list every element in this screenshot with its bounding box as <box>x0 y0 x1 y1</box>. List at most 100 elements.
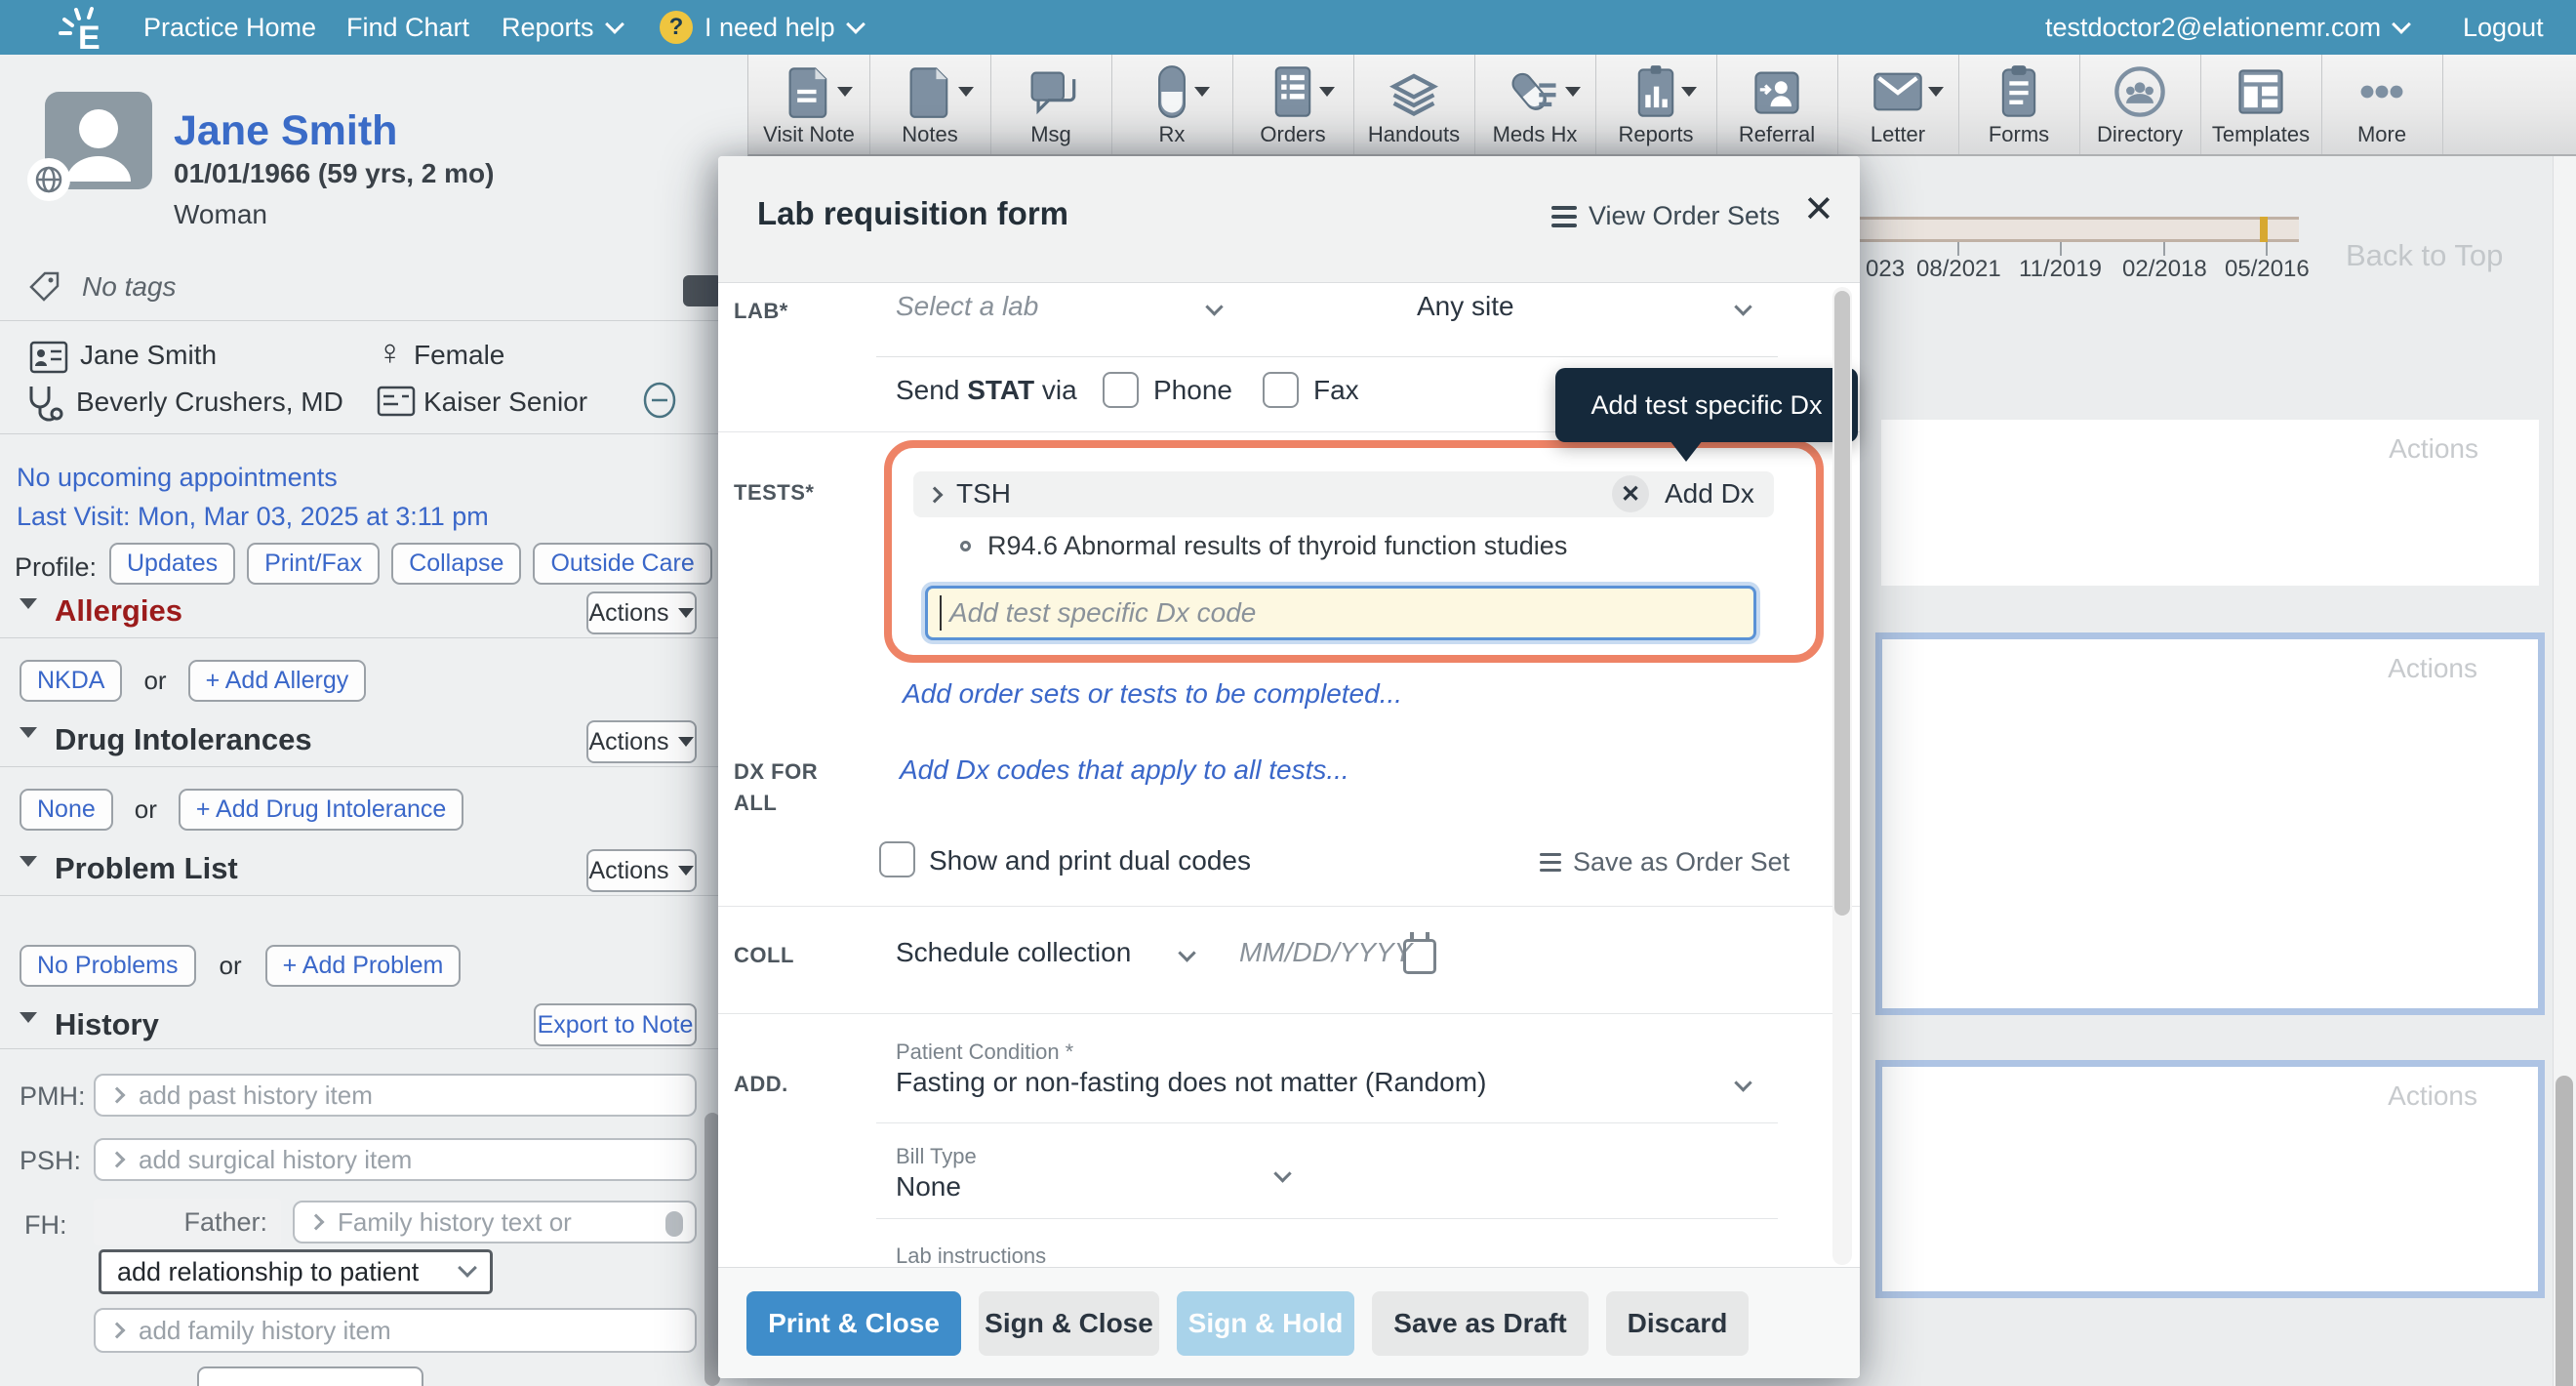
collapse-arrow-icon[interactable] <box>20 609 37 627</box>
dropdown-arrow-icon[interactable] <box>1194 87 1210 97</box>
upcoming-appointments-link[interactable]: No upcoming appointments <box>17 463 338 493</box>
nav-reports-label: Reports <box>502 13 594 43</box>
toolbar-referral-button[interactable]: Referral <box>1716 55 1838 154</box>
collapse-arrow-icon[interactable] <box>20 867 37 884</box>
save-as-draft-button[interactable]: Save as Draft <box>1372 1291 1589 1356</box>
patient-name[interactable]: Jane Smith <box>174 107 397 155</box>
modal-scrollbar-thumb[interactable] <box>1834 291 1850 916</box>
outside-care-button[interactable]: Outside Care <box>533 543 711 585</box>
no-problems-button[interactable]: No Problems <box>20 945 196 987</box>
add-problem-button[interactable]: + Add Problem <box>265 945 462 987</box>
collapse-button[interactable]: Collapse <box>391 543 521 585</box>
collapse-arrow-icon[interactable] <box>20 738 37 755</box>
nav-account-menu[interactable]: testdoctor2@elationemr.com <box>2045 0 2408 55</box>
toolbar-more-button[interactable]: More <box>2321 55 2443 154</box>
export-to-note-label: Export to Note <box>538 1011 694 1040</box>
dual-codes-checkbox[interactable] <box>879 841 915 877</box>
dropdown-arrow-icon[interactable] <box>1565 87 1581 97</box>
add-dx-all-tests-link[interactable]: Add Dx codes that apply to all tests... <box>900 754 1349 786</box>
sign-and-close-button[interactable]: Sign & Close <box>979 1291 1159 1356</box>
mic-icon[interactable] <box>665 1211 683 1237</box>
nav-practice-home[interactable]: Practice Home <box>143 0 316 55</box>
panel-actions-link[interactable]: Actions <box>2388 1080 2477 1112</box>
add-tag-button[interactable] <box>683 275 722 306</box>
toolbar-rx-button[interactable]: Rx <box>1111 55 1233 154</box>
print-and-close-button[interactable]: Print & Close <box>746 1291 961 1356</box>
print-fax-button[interactable]: Print/Fax <box>247 543 380 585</box>
truncated-add-button[interactable] <box>197 1366 423 1386</box>
remove-test-icon[interactable]: ✕ <box>1612 475 1649 512</box>
nav-help-menu[interactable]: ? I need help <box>660 0 863 55</box>
toolbar-forms-button[interactable]: Forms <box>1958 55 2080 154</box>
allergies-actions-button[interactable]: Actions <box>586 591 697 634</box>
handouts-icon <box>1386 61 1442 122</box>
chevron-down-icon[interactable] <box>1734 298 1751 315</box>
toolbar-handouts-button[interactable]: Handouts <box>1353 55 1475 154</box>
site-select[interactable]: Any site <box>1417 291 1514 322</box>
test-row-tsh[interactable]: TSH ✕ Add Dx <box>913 471 1774 517</box>
dropdown-arrow-icon[interactable] <box>958 87 974 97</box>
add-dx-button[interactable]: Add Dx <box>1665 478 1754 510</box>
dx-code-input[interactable]: Add test specific Dx code <box>925 586 1756 640</box>
drug-intolerances-actions-button[interactable]: Actions <box>586 720 697 763</box>
back-to-top-link[interactable]: Back to Top <box>2346 238 2503 273</box>
calendar-icon[interactable] <box>1403 939 1436 974</box>
elation-logo-icon[interactable]: E <box>57 6 115 51</box>
family-history-input[interactable]: add family history item <box>94 1308 697 1353</box>
none-intolerance-button[interactable]: None <box>20 789 113 831</box>
toolbar-notes-button[interactable]: Notes <box>869 55 991 154</box>
patient-condition-select[interactable]: Fasting or non-fasting does not matter (… <box>896 1067 1486 1098</box>
stat-fax-checkbox[interactable] <box>1263 372 1299 408</box>
chevron-down-icon[interactable] <box>1273 1164 1291 1182</box>
relationship-select[interactable]: add relationship to patient <box>99 1249 493 1294</box>
add-order-sets-link[interactable]: Add order sets or tests to be completed.… <box>903 678 1402 710</box>
add-allergy-button[interactable]: + Add Allergy <box>188 660 367 702</box>
pmh-label: PMH: <box>20 1081 86 1112</box>
view-order-sets-button[interactable]: View Order Sets <box>1551 201 1780 231</box>
toolbar-msg-button[interactable]: Msg <box>990 55 1112 154</box>
nav-find-chart[interactable]: Find Chart <box>346 0 469 55</box>
toolbar-templates-button[interactable]: Templates <box>2200 55 2322 154</box>
toolbar-visit-note-button[interactable]: Visit Note <box>748 55 870 154</box>
last-visit-link[interactable]: Last Visit: Mon, Mar 03, 2025 at 3:11 pm <box>17 502 489 532</box>
chevron-down-icon[interactable] <box>1178 944 1195 961</box>
page-scrollbar-thumb[interactable] <box>2556 1076 2573 1386</box>
collection-date-input[interactable]: MM/DD/YYYY <box>1239 937 1412 968</box>
toolbar-directory-button[interactable]: Directory <box>2079 55 2201 154</box>
nkda-button[interactable]: NKDA <box>20 660 122 702</box>
remove-insurance-icon[interactable] <box>640 381 679 425</box>
pmh-input[interactable]: add past history item <box>94 1074 697 1117</box>
dropdown-arrow-icon[interactable] <box>1319 87 1335 97</box>
problem-list-actions-button[interactable]: Actions <box>586 849 697 892</box>
toolbar-reports-button[interactable]: Reports <box>1595 55 1717 154</box>
close-icon[interactable]: ✕ <box>1803 187 1834 231</box>
discard-button[interactable]: Discard <box>1606 1291 1749 1356</box>
toolbar-meds-hx-button[interactable]: Meds Hx <box>1474 55 1596 154</box>
export-to-note-button[interactable]: Export to Note <box>534 1003 697 1046</box>
sign-and-hold-button[interactable]: Sign & Hold <box>1177 1291 1354 1356</box>
panel-actions-link[interactable]: Actions <box>2389 433 2478 465</box>
updates-button[interactable]: Updates <box>109 543 235 585</box>
chevron-down-icon[interactable] <box>1205 298 1223 315</box>
chevron-down-icon[interactable] <box>1734 1074 1751 1091</box>
chart-toolbar: Visit Note Notes Msg Rx <box>747 55 2576 156</box>
toolbar-letter-button[interactable]: Letter <box>1837 55 1959 154</box>
dropdown-arrow-icon[interactable] <box>1681 87 1697 97</box>
collection-select[interactable]: Schedule collection <box>896 937 1131 968</box>
stat-phone-checkbox[interactable] <box>1103 372 1139 408</box>
family-history-father-input[interactable]: Family history text or <box>293 1201 697 1243</box>
dropdown-arrow-icon[interactable] <box>1928 87 1944 97</box>
nav-reports-menu[interactable]: Reports <box>502 0 622 55</box>
toolbar-orders-button[interactable]: Orders <box>1232 55 1354 154</box>
bill-type-select[interactable]: None <box>896 1171 961 1203</box>
chevron-right-icon[interactable] <box>927 487 944 504</box>
lab-select[interactable]: Select a lab <box>896 291 1038 322</box>
dropdown-arrow-icon[interactable] <box>837 87 853 97</box>
nav-logout[interactable]: Logout <box>2463 0 2544 55</box>
save-as-order-set-button[interactable]: Save as Order Set <box>1540 847 1790 877</box>
visit-timeline-bar[interactable] <box>1854 217 2299 242</box>
panel-actions-link[interactable]: Actions <box>2388 653 2477 684</box>
psh-input[interactable]: add surgical history item <box>94 1138 697 1181</box>
collapse-arrow-icon[interactable] <box>20 1023 37 1040</box>
add-drug-intolerance-button[interactable]: + Add Drug Intolerance <box>179 789 463 831</box>
